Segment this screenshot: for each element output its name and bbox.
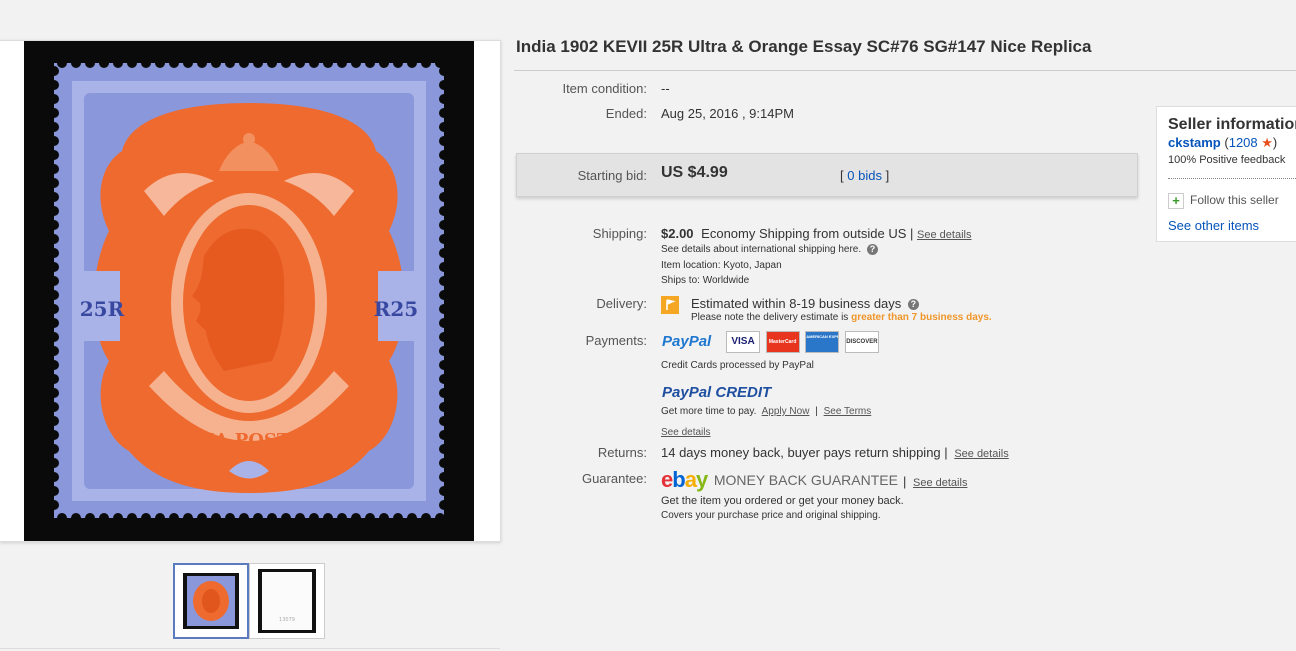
thumbnail-stamp-back[interactable]: 13079 xyxy=(249,563,325,639)
intl-shipping-text: See details about international shipping… xyxy=(661,244,862,256)
paypal-credit-line: Get more time to pay. Apply Now | See Te… xyxy=(661,406,871,417)
bid-bracket-open: [ xyxy=(840,168,844,183)
follow-seller-label: Follow this seller xyxy=(1190,193,1279,208)
guarantee-link-wrap: | See details xyxy=(903,474,967,489)
intl-shipping-note: See details about international shipping… xyxy=(661,244,878,255)
starting-bid-label: Starting bid: xyxy=(577,168,647,183)
see-terms-link[interactable]: See Terms xyxy=(824,406,872,417)
flag-icon xyxy=(661,296,679,314)
guarantee-sep: | xyxy=(903,474,907,489)
ships-to: Ships to: Worldwide xyxy=(661,275,750,286)
condition-value: -- xyxy=(661,81,670,96)
amex-icon: AMERICAN EXPRESS xyxy=(805,331,840,353)
ended-value: Aug 25, 2016 , 9:14PM xyxy=(661,106,794,121)
paypal-credit-text: Get more time to pay. xyxy=(661,406,757,417)
shipping-label: Shipping: xyxy=(592,226,647,241)
ebay-logo: ebay xyxy=(661,467,708,492)
paypal-logo: PayPal xyxy=(662,333,712,350)
seller-divider xyxy=(1168,178,1296,179)
bid-panel: Starting bid: US $4.99 [ 0 bids ] xyxy=(516,153,1138,197)
feedback-score-link[interactable]: 1208 xyxy=(1229,135,1258,150)
starting-bid-price: US $4.99 xyxy=(661,164,728,181)
delivery-estimate-line: Estimated within 8-19 business days ? xyxy=(691,296,919,311)
score-paren-close: ) xyxy=(1272,135,1278,150)
star-icon: ★ xyxy=(1261,135,1273,150)
thumb-back-code: 13079 xyxy=(279,617,295,623)
returns-line: 14 days money back, buyer pays return sh… xyxy=(661,445,1009,460)
stamp-caption: INDIA POSTAGE xyxy=(166,430,333,451)
credit-sep: | xyxy=(815,406,818,417)
thumb-back-image: 13079 xyxy=(258,569,316,633)
mastercard-icon: MasterCard xyxy=(765,331,800,353)
gallery-divider xyxy=(0,648,500,649)
seller-name-link[interactable]: ckstamp xyxy=(1168,135,1221,150)
shipping-sep: | xyxy=(910,226,914,241)
shipping-method: Economy Shipping from outside US xyxy=(701,226,907,241)
returns-sep: | xyxy=(944,445,948,460)
delivery-help-icon[interactable]: ? xyxy=(907,299,919,311)
delivery-note: Please note the delivery estimate is gre… xyxy=(691,312,992,323)
bid-bracket-close: ] xyxy=(885,168,890,183)
item-location: Item location: Kyoto, Japan xyxy=(661,260,782,271)
payments-label: Payments: xyxy=(585,333,647,348)
see-other-items-link[interactable]: See other items xyxy=(1168,218,1259,233)
guarantee-see-details-link[interactable]: See details xyxy=(913,477,967,489)
seller-name-line: ckstamp (1208 ★) xyxy=(1168,135,1277,151)
stamp-denomination-right: R25 xyxy=(374,297,418,321)
visa-icon: VISA xyxy=(726,331,760,353)
seller-info-title: Seller information xyxy=(1168,116,1296,133)
help-icon[interactable]: ? xyxy=(866,244,878,255)
seller-info-panel: Seller information ckstamp (1208 ★) 100%… xyxy=(1156,106,1296,242)
apply-now-link[interactable]: Apply Now xyxy=(762,406,810,417)
title-divider xyxy=(514,70,1296,71)
main-image-panel[interactable]: 25R R25 INDIA POSTAGE xyxy=(0,40,501,542)
guarantee-line-2: Covers your purchase price and original … xyxy=(661,510,881,521)
ebay-mbg-logo: ebay MONEY BACK GUARANTEE xyxy=(661,467,898,493)
stamp-denomination-left: 25R xyxy=(80,297,125,321)
shipping-see-details-link[interactable]: See details xyxy=(917,229,971,241)
paypal-see-details-wrap: See details xyxy=(661,423,710,438)
thumb-front-image xyxy=(183,573,239,629)
thumbnail-stamp-front[interactable] xyxy=(173,563,249,639)
delivery-estimate: Estimated within 8-19 business days xyxy=(691,296,902,311)
bid-history-link[interactable]: 0 bids xyxy=(847,168,882,183)
item-title: India 1902 KEVII 25R Ultra & Orange Essa… xyxy=(516,37,1092,56)
delivery-note-highlight: greater than 7 business days. xyxy=(851,312,992,323)
guarantee-line-1: Get the item you ordered or get your mon… xyxy=(661,495,904,507)
delivery-label: Delivery: xyxy=(596,296,647,311)
returns-label: Returns: xyxy=(597,445,647,460)
condition-label: Item condition: xyxy=(562,81,647,96)
returns-see-details-link[interactable]: See details xyxy=(954,448,1008,460)
stamp-image: 25R R25 INDIA POSTAGE xyxy=(24,41,474,541)
card-processing-note: Credit Cards processed by PayPal xyxy=(661,360,814,371)
follow-seller-button[interactable]: + Follow this seller xyxy=(1168,193,1279,209)
plus-icon: + xyxy=(1168,193,1184,209)
delivery-note-text: Please note the delivery estimate is xyxy=(691,312,852,323)
returns-value: 14 days money back, buyer pays return sh… xyxy=(661,445,941,460)
bid-count: [ 0 bids ] xyxy=(840,168,889,183)
ended-label: Ended: xyxy=(605,106,647,121)
paypal-credit-logo: PayPal CREDIT xyxy=(662,384,772,401)
discover-icon: DISCOVER xyxy=(844,331,879,353)
guarantee-label: Guarantee: xyxy=(581,471,647,486)
paypal-see-details-link[interactable]: See details xyxy=(661,427,710,438)
mbg-text: MONEY BACK GUARANTEE xyxy=(713,472,898,488)
shipping-line: $2.00 Economy Shipping from outside US |… xyxy=(661,226,971,241)
positive-feedback: 100% Positive feedback xyxy=(1168,154,1286,166)
card-logos: VISA MasterCard AMERICAN EXPRESS DISCOVE… xyxy=(726,331,881,353)
shipping-cost: $2.00 xyxy=(661,226,694,241)
